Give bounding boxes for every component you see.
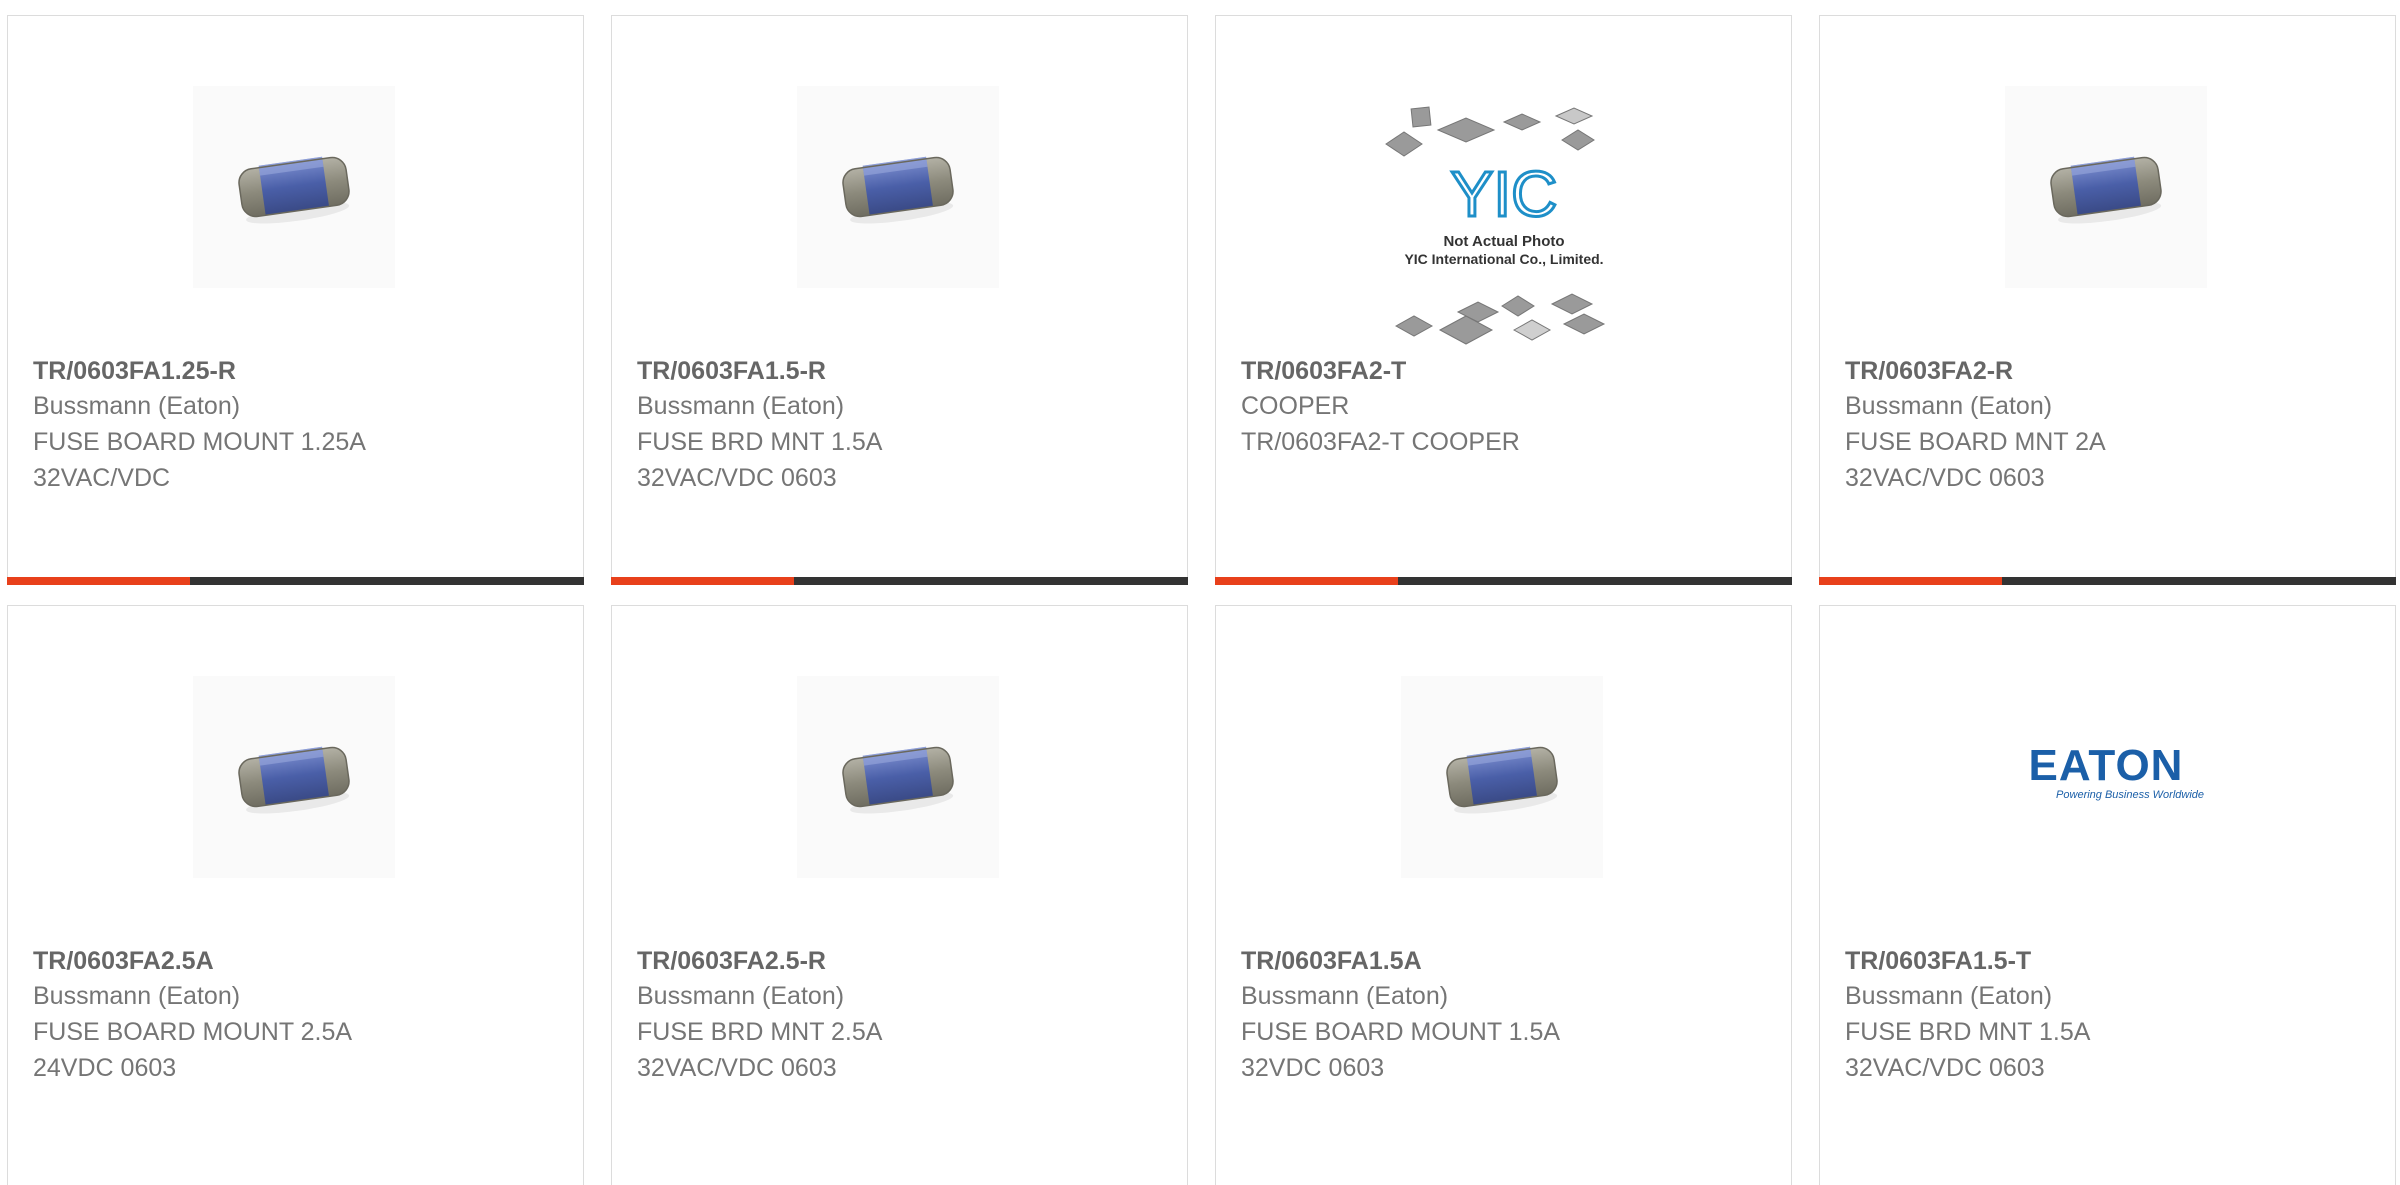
product-description: FUSE BOARD MOUNT 2.5A 24VDC 0603: [33, 1018, 353, 1082]
product-card[interactable]: TR/0603FA1.5A Bussmann (Eaton) FUSE BOAR…: [1215, 605, 1792, 1185]
eaton-logo-icon: EATON Powering Business Worldwide: [2029, 741, 2204, 801]
yic-placeholder-icon: YIC Not Actual Photo YIC International C…: [1385, 106, 1606, 345]
product-description: FUSE BRD MNT 1.5A 32VAC/VDC 0603: [1845, 1018, 2091, 1082]
product-description: FUSE BRD MNT 2.5A 32VAC/VDC 0603: [637, 1018, 883, 1082]
product-info: TR/0603FA1.25-R Bussmann (Eaton) FUSE BO…: [33, 354, 563, 496]
smd-fuse-icon: [236, 152, 353, 229]
placeholder-line1: Not Actual Photo: [1443, 233, 1564, 250]
card-accent-bar: [1819, 577, 2002, 585]
card-accent-bar: [7, 577, 190, 585]
part-number-link[interactable]: TR/0603FA1.5A: [1241, 944, 1771, 978]
product-info: TR/0603FA1.5-R Bussmann (Eaton) FUSE BRD…: [637, 354, 1167, 496]
card-bottom-bar: [7, 577, 584, 585]
card-bottom-bar: [1819, 577, 2396, 585]
product-info: TR/0603FA2-T COOPER TR/0603FA2-T COOPER: [1241, 354, 1771, 460]
product-card[interactable]: TR/0603FA1.5-R Bussmann (Eaton) FUSE BRD…: [611, 15, 1188, 585]
product-info: TR/0603FA1.5A Bussmann (Eaton) FUSE BOAR…: [1241, 944, 1771, 1086]
smd-fuse-icon: [1444, 742, 1561, 819]
product-info: TR/0603FA2-R Bussmann (Eaton) FUSE BOARD…: [1845, 354, 2375, 496]
manufacturer-label: Bussmann (Eaton): [1845, 982, 2053, 1010]
product-image[interactable]: [797, 676, 999, 878]
product-image[interactable]: EATON Powering Business Worldwide: [2005, 676, 2207, 878]
product-card[interactable]: EATON Powering Business Worldwide TR/060…: [1819, 605, 2396, 1185]
manufacturer-label: COOPER: [1241, 392, 1350, 420]
smd-fuse-icon: [2048, 152, 2165, 229]
yic-logo: YIC: [1451, 158, 1558, 230]
part-number-link[interactable]: TR/0603FA2.5A: [33, 944, 563, 978]
product-image[interactable]: [1401, 676, 1603, 878]
product-description: TR/0603FA2-T COOPER: [1241, 428, 1520, 456]
product-image[interactable]: [193, 676, 395, 878]
product-image[interactable]: YIC Not Actual Photo YIC International C…: [1366, 86, 1643, 356]
product-description: FUSE BRD MNT 1.5A 32VAC/VDC 0603: [637, 428, 883, 492]
product-card[interactable]: TR/0603FA2-R Bussmann (Eaton) FUSE BOARD…: [1819, 15, 2396, 585]
smd-fuse-icon: [236, 742, 353, 819]
part-number-link[interactable]: TR/0603FA2-R: [1845, 354, 2375, 388]
part-number-link[interactable]: TR/0603FA2-T: [1241, 354, 1771, 388]
part-number-link[interactable]: TR/0603FA2.5-R: [637, 944, 1167, 978]
product-info: TR/0603FA1.5-T Bussmann (Eaton) FUSE BRD…: [1845, 944, 2375, 1086]
manufacturer-label: Bussmann (Eaton): [1845, 392, 2053, 420]
product-info: TR/0603FA2.5-R Bussmann (Eaton) FUSE BRD…: [637, 944, 1167, 1086]
product-image[interactable]: [193, 86, 395, 288]
product-description: FUSE BOARD MOUNT 1.25A 32VAC/VDC: [33, 428, 366, 492]
product-image[interactable]: [797, 86, 999, 288]
product-image[interactable]: [2005, 86, 2207, 288]
product-card[interactable]: YIC Not Actual Photo YIC International C…: [1215, 15, 1792, 585]
product-card[interactable]: TR/0603FA1.25-R Bussmann (Eaton) FUSE BO…: [7, 15, 584, 585]
card-accent-bar: [611, 577, 794, 585]
card-bottom-bar: [1215, 577, 1792, 585]
eaton-tagline: Powering Business Worldwide: [2056, 789, 2204, 801]
product-card[interactable]: TR/0603FA2.5-R Bussmann (Eaton) FUSE BRD…: [611, 605, 1188, 1185]
product-description: FUSE BOARD MNT 2A 32VAC/VDC 0603: [1845, 428, 2106, 492]
card-bottom-bar: [611, 577, 1188, 585]
smd-fuse-icon: [840, 742, 957, 819]
smd-fuse-icon: [840, 152, 957, 229]
manufacturer-label: Bussmann (Eaton): [33, 392, 241, 420]
placeholder-line2: YIC International Co., Limited.: [1404, 251, 1603, 267]
eaton-brand: EATON: [2029, 741, 2184, 790]
part-number-link[interactable]: TR/0603FA1.5-T: [1845, 944, 2375, 978]
product-info: TR/0603FA2.5A Bussmann (Eaton) FUSE BOAR…: [33, 944, 563, 1086]
part-number-link[interactable]: TR/0603FA1.5-R: [637, 354, 1167, 388]
manufacturer-label: Bussmann (Eaton): [1241, 982, 1449, 1010]
product-grid: TR/0603FA1.25-R Bussmann (Eaton) FUSE BO…: [0, 0, 2400, 1185]
manufacturer-label: Bussmann (Eaton): [637, 982, 845, 1010]
product-card[interactable]: TR/0603FA2.5A Bussmann (Eaton) FUSE BOAR…: [7, 605, 584, 1185]
manufacturer-label: Bussmann (Eaton): [637, 392, 845, 420]
product-description: FUSE BOARD MOUNT 1.5A 32VDC 0603: [1241, 1018, 1561, 1082]
card-accent-bar: [1215, 577, 1398, 585]
part-number-link[interactable]: TR/0603FA1.25-R: [33, 354, 563, 388]
manufacturer-label: Bussmann (Eaton): [33, 982, 241, 1010]
